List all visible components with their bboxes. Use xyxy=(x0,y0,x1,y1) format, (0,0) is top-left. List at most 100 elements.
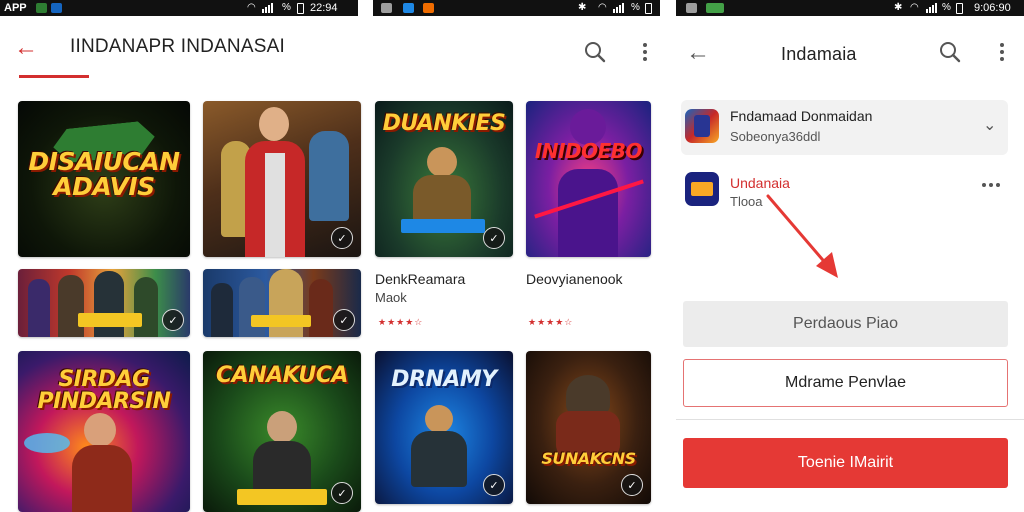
app-icon xyxy=(685,172,719,206)
more-vert-icon xyxy=(1000,43,1004,61)
gallery-icon xyxy=(403,3,414,13)
status-time: 22:94 xyxy=(310,2,338,14)
tile-art xyxy=(401,219,485,233)
play-badge[interactable]: ✓ xyxy=(621,474,643,496)
game-tile[interactable]: DRNAMY ✓ xyxy=(375,351,513,504)
tile-art xyxy=(425,405,453,433)
status-bar-left: APP ◠ % 22:94 xyxy=(0,0,358,16)
primary-button[interactable]: Toenie IMairit xyxy=(683,438,1008,488)
app-notification-icon xyxy=(423,3,434,13)
chevron-down-icon[interactable]: ⌄ xyxy=(983,115,996,135)
tile-art xyxy=(259,107,289,141)
tile-art xyxy=(309,279,333,337)
check-icon: ✓ xyxy=(489,232,499,245)
back-button[interactable]: ← xyxy=(12,34,40,62)
game-tile-title: DRNAMY xyxy=(391,367,497,392)
game-name: DenkReamara xyxy=(375,271,466,287)
item-more-button[interactable] xyxy=(982,183,1000,187)
tile-art xyxy=(267,411,297,443)
status-app-label: APP xyxy=(4,2,27,14)
game-tile[interactable]: SIRDAG PINDARSIN xyxy=(18,351,190,512)
tile-art xyxy=(691,182,713,196)
outline-button[interactable]: Mdrame Penvlae xyxy=(683,359,1008,407)
more-vert-icon xyxy=(643,43,647,61)
game-tile[interactable]: ✓ xyxy=(18,269,190,337)
game-tile[interactable]: DISAIUCAN ADAVIS xyxy=(18,101,190,257)
tile-art xyxy=(309,131,349,221)
alarm-icon: ✱ xyxy=(894,2,903,13)
game-tile-title: CANAKUCA xyxy=(216,363,348,388)
signal-icon xyxy=(262,3,273,13)
more-options-button[interactable] xyxy=(631,38,659,66)
game-tile[interactable]: ✓ xyxy=(203,101,361,257)
list-item-title: Undanaia xyxy=(730,175,790,191)
tile-art xyxy=(211,283,233,337)
check-icon: ✓ xyxy=(489,479,499,492)
page-title: IINDANAPR INDANASAI xyxy=(70,36,285,57)
tile-art xyxy=(84,413,116,447)
play-badge[interactable]: ✓ xyxy=(331,227,353,249)
list-item-title: Fndamaad Donmaidan xyxy=(730,108,873,124)
game-tile-title: DUANKIES xyxy=(382,111,506,136)
play-badge[interactable]: ✓ xyxy=(333,309,355,331)
game-tile[interactable]: CANAKUCA ✓ xyxy=(203,351,361,512)
tile-art xyxy=(28,279,50,337)
game-name: Deovyianenook xyxy=(526,271,623,287)
battery-percent-icon: % xyxy=(631,2,640,13)
divider xyxy=(676,419,1024,420)
game-tile[interactable]: INIDOEBO xyxy=(526,101,651,257)
tile-art xyxy=(566,375,610,415)
secondary-button[interactable]: Perdaous Piao xyxy=(683,301,1008,347)
more-options-button[interactable] xyxy=(988,38,1016,66)
more-horiz-icon xyxy=(982,183,1000,187)
list-item-subtitle: Sobeonya36ddl xyxy=(730,129,821,144)
check-icon: ✓ xyxy=(339,314,349,327)
play-badge[interactable]: ✓ xyxy=(483,227,505,249)
game-tile[interactable]: SUNAKCNS ✓ xyxy=(526,351,651,504)
tile-art xyxy=(72,445,132,512)
alarm-icon: ✱ xyxy=(578,2,587,13)
app-screens: APP ◠ % 22:94 ✱ ◠ % ✱ ◠ % 9:06:90 ← IIND… xyxy=(0,0,1024,512)
back-button[interactable]: ← xyxy=(684,39,712,67)
game-tile-title: DISAIUCAN ADAVIS xyxy=(28,147,180,201)
signal-icon xyxy=(926,3,937,13)
tile-art xyxy=(94,271,124,337)
status-time: 9:06:90 xyxy=(974,2,1011,14)
play-badge[interactable]: ✓ xyxy=(162,309,184,331)
tile-art xyxy=(694,115,710,137)
page-title: Indamaia xyxy=(781,44,857,64)
search-button[interactable] xyxy=(581,38,609,66)
check-icon: ✓ xyxy=(168,314,178,327)
check-icon: ✓ xyxy=(627,479,637,492)
tile-art xyxy=(24,433,70,453)
search-button[interactable] xyxy=(936,38,964,66)
status-bar-middle: ✱ ◠ % xyxy=(373,0,660,16)
battery-icon xyxy=(645,3,652,14)
app-notification-icon xyxy=(706,3,724,13)
list-item-subtitle: Tlooa xyxy=(730,194,763,209)
tile-art xyxy=(237,489,327,505)
play-badge[interactable]: ✓ xyxy=(331,482,353,504)
tile-art xyxy=(239,277,265,337)
game-tile[interactable]: ✓ xyxy=(203,269,361,337)
battery-percent-icon: % xyxy=(282,2,291,13)
signal-icon xyxy=(613,3,624,13)
notification-icon xyxy=(36,3,47,13)
check-icon: ✓ xyxy=(337,232,347,245)
gallery-icon xyxy=(51,3,62,13)
game-tile-title: SIRDAG PINDARSIN xyxy=(37,367,171,414)
star-rating: ★★★★☆ xyxy=(378,317,424,327)
list-item[interactable]: Fndamaad Donmaidan Sobeonya36ddl ⌄ xyxy=(681,100,1008,155)
annotation-arrow-icon xyxy=(766,194,838,278)
play-badge[interactable]: ✓ xyxy=(483,474,505,496)
status-bar-right: ✱ ◠ % 9:06:90 xyxy=(676,0,1024,16)
star-rating: ★★★★☆ xyxy=(528,317,574,327)
back-arrow-icon: ← xyxy=(14,34,38,61)
tile-art xyxy=(427,147,457,177)
tile-art xyxy=(251,315,311,327)
tile-art xyxy=(265,153,285,257)
game-tile-title: SUNAKCNS xyxy=(541,449,636,468)
game-tile[interactable]: DUANKIES ✓ xyxy=(375,101,513,257)
tile-art xyxy=(134,277,158,337)
check-icon: ✓ xyxy=(337,487,347,500)
